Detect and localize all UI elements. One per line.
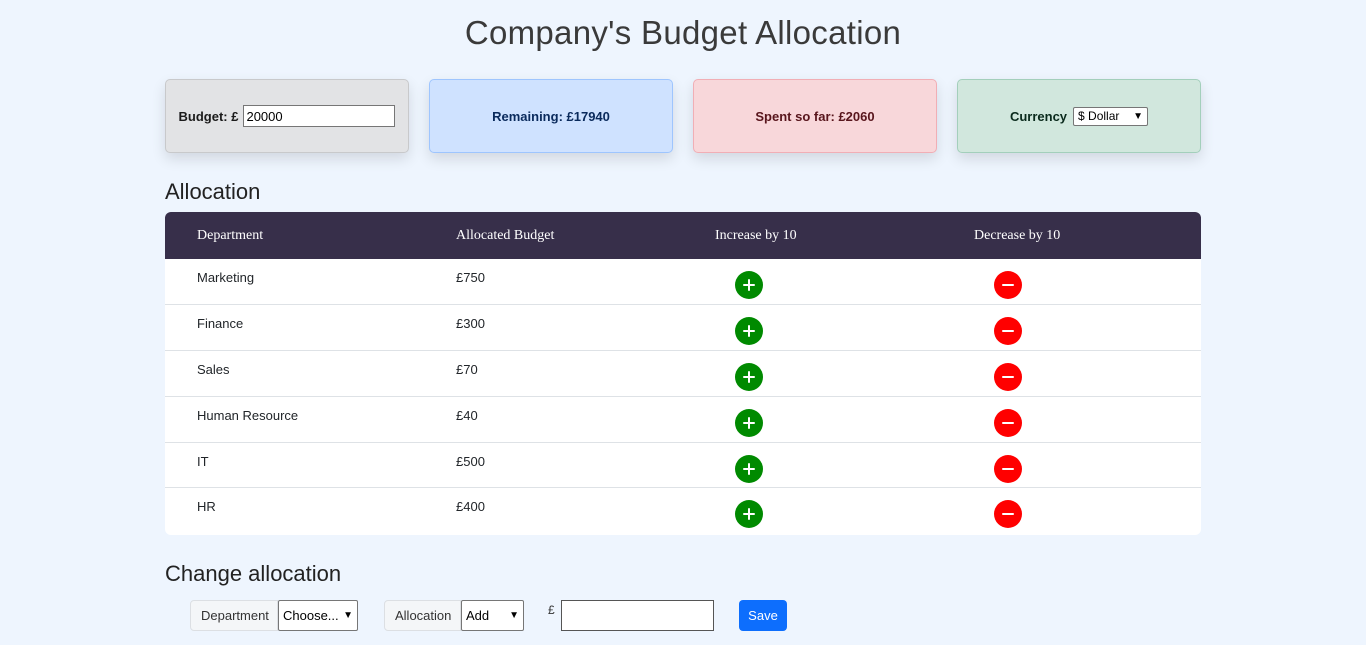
- chevron-down-icon: ▼: [509, 610, 519, 621]
- budget-cell: £70: [456, 361, 478, 377]
- table-row: Sales £70: [165, 351, 1201, 397]
- column-header-department: Department: [197, 227, 264, 243]
- minus-circle-icon[interactable]: [994, 271, 1022, 299]
- table-row: IT £500: [165, 443, 1201, 489]
- minus-circle-icon[interactable]: [994, 408, 1022, 437]
- allocation-selected: Add: [466, 608, 490, 623]
- plus-circle-icon[interactable]: [735, 500, 763, 529]
- plus-circle-icon[interactable]: [735, 271, 763, 299]
- table-body: Marketing £750 Finance £300 Sales £70 Human Re…: [165, 259, 1201, 534]
- budget-cell: £500: [456, 453, 485, 469]
- increase-cell: [683, 397, 942, 437]
- decrease-cell: [942, 259, 1201, 299]
- department-select[interactable]: Choose... ▼: [278, 600, 358, 631]
- table-row: Marketing £750: [165, 259, 1201, 305]
- decrease-cell: [942, 397, 1201, 437]
- column-header-decrease: Decrease by 10: [974, 227, 1061, 243]
- amount-input[interactable]: [561, 600, 714, 631]
- spent-text: Spent so far: £2060: [755, 108, 875, 124]
- department-selected: Choose...: [283, 608, 339, 623]
- budget-label: Budget: £: [178, 108, 239, 124]
- minus-circle-icon[interactable]: [994, 500, 1022, 529]
- increase-cell: [683, 305, 942, 345]
- department-cell: Finance: [197, 315, 244, 331]
- remaining-text: Remaining: £17940: [492, 108, 610, 124]
- decrease-cell: [942, 488, 1201, 529]
- budget-input[interactable]: [243, 105, 396, 127]
- decrease-cell: [942, 443, 1201, 483]
- table-header: Department Allocated Budget Increase by …: [165, 212, 1201, 259]
- page-title: Company's Budget Allocation: [464, 14, 902, 51]
- table-row: Finance £300: [165, 305, 1201, 351]
- department-label: Department: [190, 600, 278, 631]
- budget-card: Budget: £: [165, 79, 409, 153]
- table-row: Human Resource £40: [165, 397, 1201, 443]
- currency-label: Currency: [1009, 108, 1068, 124]
- department-cell: Human Resource: [197, 407, 299, 423]
- budget-cell: £300: [456, 315, 485, 331]
- save-button[interactable]: Save: [739, 600, 787, 631]
- decrease-cell: [942, 305, 1201, 345]
- allocation-select[interactable]: Add ▼: [461, 600, 524, 631]
- department-cell: HR: [197, 499, 216, 515]
- department-cell: IT: [197, 453, 209, 469]
- chevron-down-icon: ▼: [1133, 110, 1144, 122]
- budget-cell: £40: [456, 407, 478, 423]
- increase-cell: [683, 488, 942, 529]
- department-cell: Marketing: [197, 270, 255, 285]
- decrease-cell: [942, 351, 1201, 391]
- plus-circle-icon[interactable]: [735, 316, 763, 345]
- currency-select[interactable]: $ Dollar ▼: [1073, 106, 1149, 126]
- plus-circle-icon[interactable]: [735, 408, 763, 437]
- minus-circle-icon[interactable]: [994, 316, 1022, 345]
- increase-cell: [683, 259, 942, 299]
- minus-circle-icon[interactable]: [994, 454, 1022, 483]
- plus-circle-icon[interactable]: [735, 454, 763, 483]
- increase-cell: [683, 443, 942, 483]
- currency-symbol: £: [548, 603, 555, 617]
- minus-circle-icon[interactable]: [994, 362, 1022, 391]
- currency-selected: $ Dollar: [1078, 109, 1120, 123]
- remaining-card: Remaining: £17940: [429, 79, 673, 153]
- plus-circle-icon[interactable]: [735, 362, 763, 391]
- column-header-allocated-budget: Allocated Budget: [456, 227, 555, 243]
- chevron-down-icon: ▼: [343, 610, 353, 621]
- budget-cell: £400: [456, 499, 485, 515]
- column-header-increase: Increase by 10: [715, 227, 797, 243]
- allocation-heading: Allocation: [165, 179, 261, 204]
- currency-card: Currency $ Dollar ▼: [957, 79, 1201, 153]
- increase-cell: [683, 351, 942, 391]
- table-row: HR £400: [165, 488, 1201, 534]
- budget-cell: £750: [456, 270, 485, 285]
- allocation-table: Department Allocated Budget Increase by …: [165, 212, 1201, 535]
- department-cell: Sales: [197, 361, 230, 377]
- spent-card: Spent so far: £2060: [693, 79, 937, 153]
- allocation-label: Allocation: [384, 600, 461, 631]
- page: Company's Budget Allocation Budget: £ Re…: [0, 0, 1366, 645]
- change-allocation-heading: Change allocation: [165, 561, 342, 586]
